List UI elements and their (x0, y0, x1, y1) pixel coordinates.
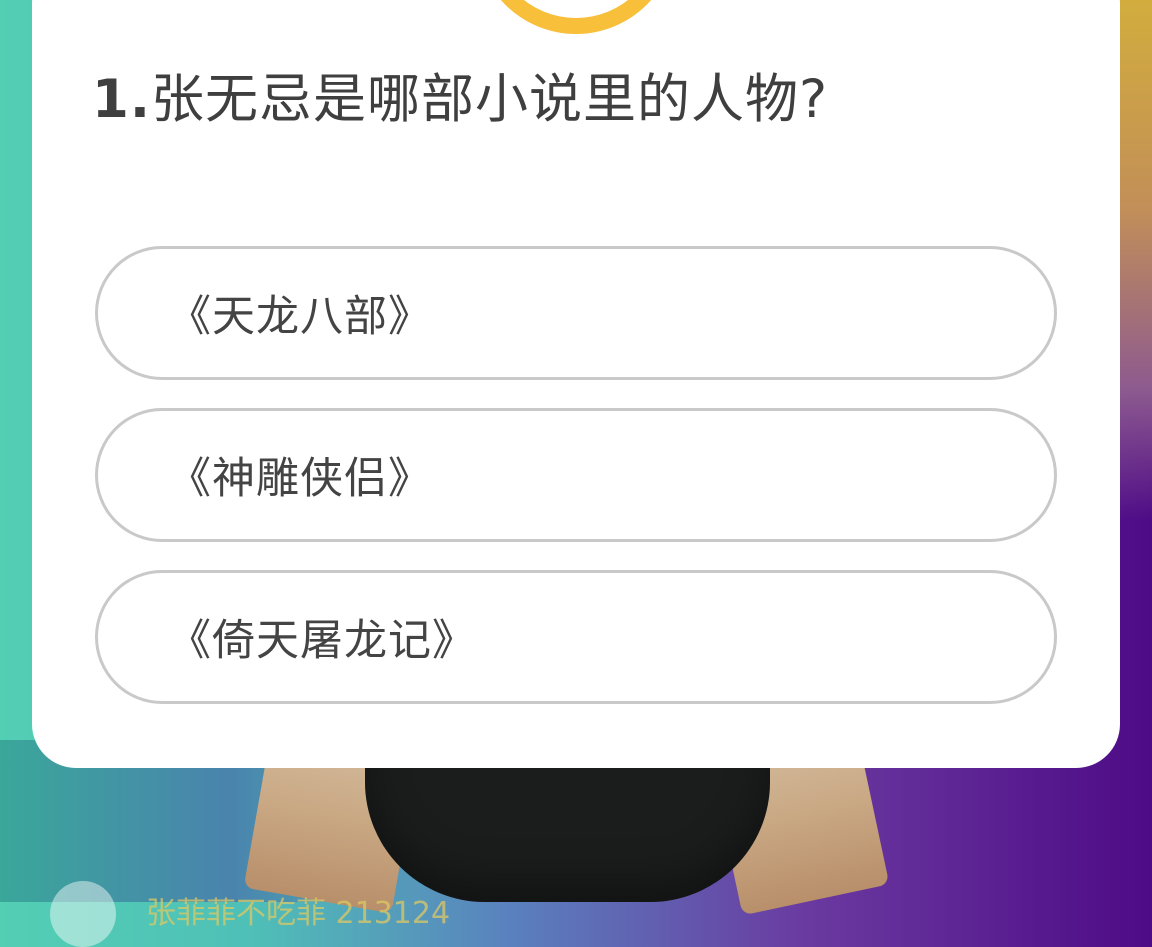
answer-option-3[interactable]: 《倚天屠龙记》 (95, 570, 1057, 704)
question-title: 1.张无忌是哪部小说里的人物? (92, 68, 828, 132)
avatar[interactable] (50, 881, 116, 947)
answer-option-label: 《神雕侠侣》 (168, 454, 432, 504)
comment-bar: 张菲菲不吃菲 213124 (50, 876, 450, 947)
answer-option-label: 《倚天屠龙记》 (168, 616, 476, 666)
question-number: 1. (92, 69, 152, 130)
answer-option-2[interactable]: 《神雕侠侣》 (95, 408, 1057, 542)
answer-option-1[interactable]: 《天龙八部》 (95, 246, 1057, 380)
answer-option-label: 《天龙八部》 (168, 292, 432, 342)
question-text: 张无忌是哪部小说里的人物? (151, 69, 829, 130)
username-label: 张菲菲不吃菲 213124 (146, 896, 451, 931)
countdown-ring-icon (476, 0, 676, 34)
question-card: 1.张无忌是哪部小说里的人物? 《天龙八部》 《神雕侠侣》 《倚天屠龙记》 (32, 0, 1120, 768)
